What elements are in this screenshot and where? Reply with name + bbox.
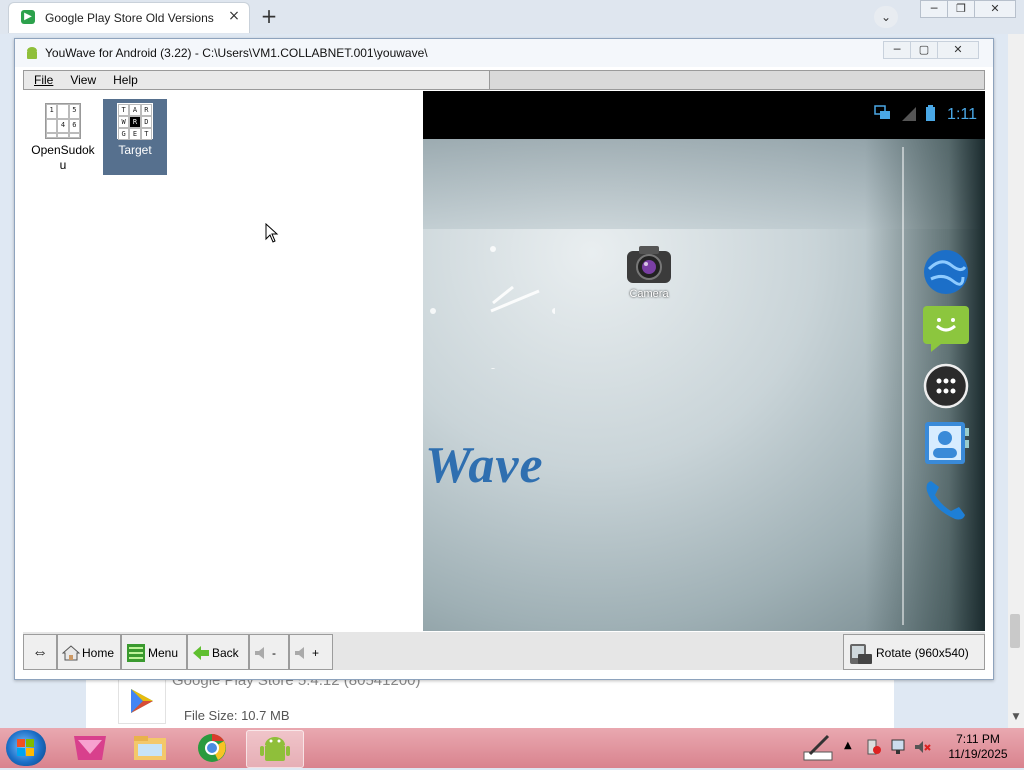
play-store-favicon-icon: ▶ <box>21 10 35 24</box>
action-center-icon[interactable] <box>866 738 882 759</box>
volume-up-button[interactable]: + <box>289 634 333 670</box>
youwave-title: YouWave for Android (3.22) - C:\Users\VM… <box>45 46 428 60</box>
scroll-down-icon[interactable]: ▼ <box>1010 712 1022 722</box>
house-icon <box>62 645 80 661</box>
app-launcher-panel: 15 46 OpenSudoku TAR WRD GET Target <box>23 91 421 631</box>
show-hidden-icons-icon[interactable]: ▲ <box>844 740 852 751</box>
taskbar-clock[interactable]: 7:11 PM 11/19/2025 <box>938 732 1018 762</box>
rotate-button[interactable]: Rotate (960x540) <box>843 634 985 670</box>
signal-icon <box>902 107 917 124</box>
windows-taskbar: ▲ 7:11 PM 11/19/2025 <box>0 728 1024 768</box>
menu-bar-filler <box>489 70 985 90</box>
menu-list-icon <box>127 643 145 662</box>
youwave-titlebar[interactable]: YouWave for Android (3.22) - C:\Users\VM… <box>15 39 993 67</box>
menu-view[interactable]: View <box>60 71 103 87</box>
minimize-button[interactable]: ─ <box>883 41 911 59</box>
menu-bar: File View Help <box>23 70 490 90</box>
maximize-button[interactable]: ▢ <box>910 41 938 59</box>
new-tab-button[interactable]: + <box>258 6 280 28</box>
clock-time: 7:11 PM <box>956 732 1000 746</box>
youwave-window-controls: ─ ▢ ✕ <box>883 41 979 59</box>
app-tile-opensudoku[interactable]: 15 46 OpenSudoku <box>31 99 95 175</box>
tab-search-button[interactable]: ⌄ <box>874 6 898 28</box>
scrollbar-thumb[interactable] <box>1010 614 1020 648</box>
close-button[interactable]: ✕ <box>974 0 1016 18</box>
youwave-window: YouWave for Android (3.22) - C:\Users\VM… <box>14 38 994 680</box>
mouse-cursor-icon <box>265 223 279 243</box>
rotate-label: Rotate (960x540) <box>876 645 969 660</box>
app-drawer-icon[interactable] <box>921 361 971 411</box>
menu-button[interactable]: Menu <box>121 634 187 670</box>
clock-date: 11/19/2025 <box>948 747 1008 761</box>
file-size-text: File Size: 10.7 MB <box>184 708 290 723</box>
app-label: Target <box>118 143 152 157</box>
analog-clock-widget[interactable] <box>427 241 555 369</box>
sudoku-grid-icon: 15 46 <box>45 103 81 139</box>
messaging-icon[interactable] <box>921 304 971 354</box>
emulator-toolbar: ⇔ Home Menu Back - + Rotate (960x540) <box>23 632 985 670</box>
app-tile-target[interactable]: TAR WRD GET Target <box>103 99 167 175</box>
minimize-button[interactable]: ─ <box>920 0 948 18</box>
dock-divider <box>902 147 904 625</box>
google-play-logo-icon <box>118 678 166 724</box>
youwave-watermark: Wave <box>425 437 544 494</box>
pink-app-icon[interactable] <box>62 730 118 766</box>
home-button[interactable]: Home <box>57 634 121 670</box>
volume-down-button[interactable]: - <box>249 634 289 670</box>
network-tray-icon[interactable] <box>890 738 908 759</box>
back-button[interactable]: Back <box>187 634 249 670</box>
chrome-icon[interactable] <box>184 730 240 766</box>
home-label: Home <box>82 645 115 660</box>
status-time: 1:11 <box>947 106 977 123</box>
tab-close-icon[interactable]: × <box>227 9 241 23</box>
phone-icon[interactable] <box>921 475 971 525</box>
browser-tab[interactable]: ▶ Google Play Store Old Versions × <box>8 2 250 33</box>
browser-tab-strip: ▶ Google Play Store Old Versions × + ⌄ ─… <box>0 0 1024 34</box>
camera-label: Camera <box>629 288 669 300</box>
status-icons <box>868 105 935 124</box>
pen-input-icon[interactable] <box>802 732 834 764</box>
volume-down-label: - <box>272 645 276 660</box>
network-icon <box>874 105 892 124</box>
restore-button[interactable]: ❐ <box>947 0 975 18</box>
back-arrow-icon <box>193 645 209 660</box>
volume-muted-icon[interactable] <box>914 738 932 759</box>
youwave-android-icon[interactable] <box>246 730 304 768</box>
android-robot-icon <box>27 47 37 59</box>
android-status-bar: 1:11 <box>423 91 985 139</box>
battery-icon <box>926 105 935 124</box>
contacts-icon[interactable] <box>921 418 971 468</box>
file-explorer-icon[interactable] <box>122 730 178 766</box>
speaker-icon <box>255 646 264 659</box>
resize-arrows-icon: ⇔ <box>32 643 48 661</box>
app-label: OpenSudoku <box>31 143 95 172</box>
word-target-icon: TAR WRD GET <box>117 103 153 140</box>
resize-button[interactable]: ⇔ <box>23 634 57 670</box>
android-screen[interactable]: 1:11 Camera Wave <box>423 91 985 631</box>
menu-file[interactable]: File <box>24 71 60 87</box>
android-dock <box>921 247 973 532</box>
menu-help[interactable]: Help <box>103 71 145 87</box>
browser-globe-icon[interactable] <box>921 247 971 297</box>
camera-app-icon[interactable]: Camera <box>619 243 679 300</box>
volume-up-label: + <box>312 645 320 660</box>
speaker-icon <box>295 646 304 659</box>
camera-icon <box>627 246 671 283</box>
start-orb-icon[interactable] <box>6 730 46 766</box>
rotate-device-icon <box>850 643 872 664</box>
tab-title: Google Play Store Old Versions <box>45 11 214 25</box>
close-button[interactable]: ✕ <box>937 41 979 59</box>
browser-window-controls: ─ ❐ ✕ <box>920 0 1016 18</box>
back-label: Back <box>212 645 239 660</box>
menu-label: Menu <box>148 645 179 660</box>
